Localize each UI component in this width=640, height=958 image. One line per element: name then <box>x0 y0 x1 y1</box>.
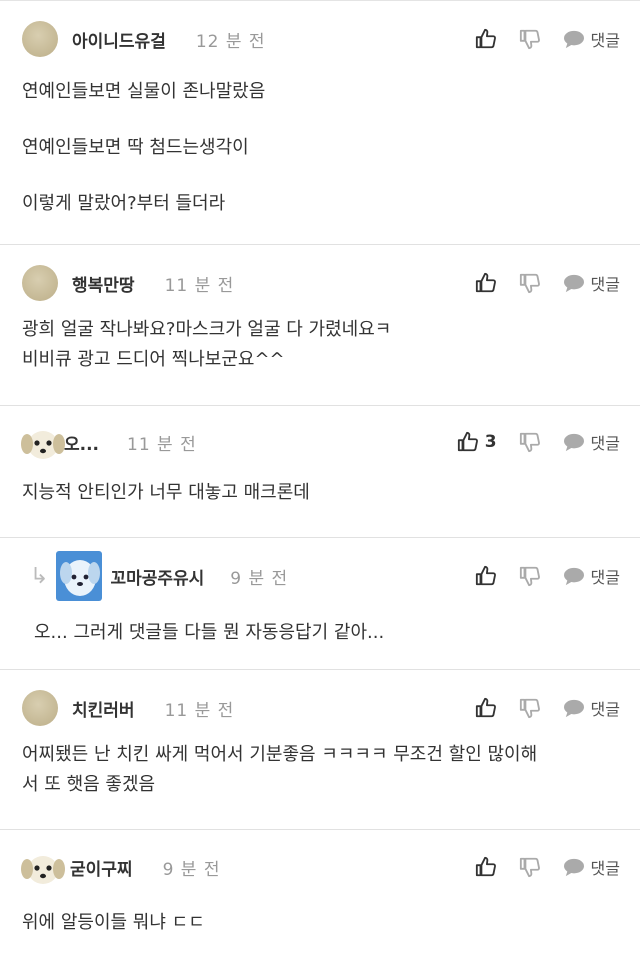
comment-body: 어찌됐든 난 치킨 싸게 먹어서 기분좋음 ㅋㅋㅋㅋ 무조건 할인 많이해 서 … <box>0 740 640 800</box>
timestamp: 11 분 전 <box>127 434 197 455</box>
comment-actions: 댓글 <box>453 245 620 321</box>
comment-actions: 3 댓글 <box>435 406 620 478</box>
reply-arrow-icon: ↳ <box>30 563 49 589</box>
avatar[interactable] <box>21 849 65 885</box>
speech-bubble-icon <box>563 433 584 452</box>
comment-header: 치킨러버 11 분 전 댓글 <box>0 670 640 746</box>
comment-text: 오... 그러게 댓글들 다들 뭔 자동응답기 같아... <box>34 622 385 643</box>
timestamp: 9 분 전 <box>162 859 221 880</box>
comment-header: ↳ 꼬마공주유시 9 분 전 댓글 <box>0 538 640 614</box>
reply-button[interactable]: 댓글 <box>563 696 620 720</box>
comment-header: 굳이구찌 9 분 전 댓글 <box>0 830 640 904</box>
comment-item: 치킨러버 11 분 전 댓글 어찌됐든 난 치킨 싸게 먹어서 기분좋음 ㅋㅋㅋ… <box>0 670 640 830</box>
comment-body: 오... 그러게 댓글들 다들 뭔 자동응답기 같아... <box>0 618 640 648</box>
reply-button[interactable]: 댓글 <box>563 271 620 295</box>
speech-bubble-icon <box>563 699 584 718</box>
dislike-button[interactable] <box>519 431 541 453</box>
thumbs-down-icon <box>519 432 540 453</box>
comment-actions: 댓글 <box>453 1 620 77</box>
comment-body: 광희 얼굴 작나봐요?마스크가 얼굴 다 가렸네요ㅋ 비비큐 광고 드디어 찍나… <box>0 315 640 375</box>
like-button[interactable] <box>475 272 497 294</box>
comment-body: 연예인들보면 실물이 존나말랐음 연예인들보면 딱 첨드는생각이 이렇게 말랐어… <box>0 77 640 219</box>
thumbs-down-icon <box>519 273 540 294</box>
like-button[interactable] <box>475 856 497 878</box>
comment-text: 비비큐 광고 드디어 찍나보군요^^ <box>22 349 285 370</box>
reply-label: 댓글 <box>590 859 620 878</box>
comment-actions: 댓글 <box>453 538 620 614</box>
like-count: 3 <box>484 432 497 452</box>
avatar[interactable] <box>22 690 58 726</box>
avatar[interactable] <box>22 21 58 57</box>
comment-text: 서 또 햇음 좋겠음 <box>22 774 156 795</box>
reply-label: 댓글 <box>590 275 620 294</box>
dog-avatar-icon <box>21 431 65 459</box>
reply-button[interactable]: 댓글 <box>563 564 620 588</box>
speech-bubble-icon <box>563 567 584 586</box>
avatar[interactable] <box>56 551 103 601</box>
dislike-button[interactable] <box>519 28 541 50</box>
avatar[interactable] <box>22 265 58 301</box>
reply-label: 댓글 <box>590 700 620 719</box>
author-name[interactable]: 꼬마공주유시 <box>110 564 204 589</box>
like-button[interactable] <box>475 697 497 719</box>
timestamp: 11 분 전 <box>164 700 235 721</box>
comment-item: 굳이구찌 9 분 전 댓글 위에 알등이들 뭐냐 ㄷㄷ <box>0 830 640 958</box>
thumbs-up-icon <box>475 28 496 49</box>
thumbs-down-icon <box>519 29 540 50</box>
comment-text: 연예인들보면 실물이 존나말랐음 <box>22 81 266 102</box>
reply-label: 댓글 <box>590 434 620 453</box>
timestamp: 9 분 전 <box>230 568 289 589</box>
author-name[interactable]: 아이니드유걸 <box>72 27 166 52</box>
dislike-button[interactable] <box>519 856 541 878</box>
blue-dog-avatar-icon <box>56 551 103 601</box>
comment-body: 위에 알등이들 뭐냐 ㄷㄷ <box>0 908 640 938</box>
reply-button[interactable]: 댓글 <box>563 27 620 51</box>
comment-actions: 댓글 <box>453 830 620 904</box>
thumbs-up-icon <box>457 431 478 452</box>
speech-bubble-icon <box>563 858 584 877</box>
author-name[interactable]: 오... <box>64 430 99 455</box>
dog-avatar-icon <box>21 856 65 884</box>
dislike-button[interactable] <box>519 697 541 719</box>
speech-bubble-icon <box>563 30 584 49</box>
author-name[interactable]: 치킨러버 <box>72 696 135 721</box>
reply-item: ↳ 꼬마공주유시 9 분 전 댓글 오... 그러게 댓글들 다들 뭔 자동응답… <box>0 538 640 670</box>
author-name[interactable]: 굳이구찌 <box>70 855 133 880</box>
speech-bubble-icon <box>563 274 584 293</box>
comment-text: 이렇게 말랐어?부터 들더라 <box>22 193 226 214</box>
thumbs-up-icon <box>475 697 496 718</box>
thumbs-down-icon <box>519 698 540 719</box>
reply-label: 댓글 <box>590 31 620 50</box>
comment-body: 지능적 안티인가 너무 대놓고 매크론데 <box>0 478 640 508</box>
dislike-button[interactable] <box>519 565 541 587</box>
thumbs-down-icon <box>519 857 540 878</box>
comment-header: 행복만땅 11 분 전 댓글 <box>0 245 640 321</box>
comment-item: 아이니드유걸 12 분 전 댓글 연예인들보면 실물이 존나말랐음 연예인들보면… <box>0 1 640 245</box>
comment-text: 위에 알등이들 뭐냐 ㄷㄷ <box>22 912 205 933</box>
comment-text: 연예인들보면 딱 첨드는생각이 <box>22 137 249 158</box>
thumbs-up-icon <box>475 856 496 877</box>
like-button[interactable] <box>475 565 497 587</box>
comment-item: 행복만땅 11 분 전 댓글 광희 얼굴 작나봐요?마스크가 얼굴 다 가렸네요… <box>0 245 640 406</box>
reply-button[interactable]: 댓글 <box>563 430 620 454</box>
comment-header: 아이니드유걸 12 분 전 댓글 <box>0 1 640 77</box>
thumbs-up-icon <box>475 565 496 586</box>
thumbs-up-icon <box>475 272 496 293</box>
comment-item: 오... 11 분 전 3 댓글 지능적 안티인가 너무 대놓고 매크론데 <box>0 406 640 538</box>
reply-button[interactable]: 댓글 <box>563 855 620 879</box>
author-name[interactable]: 행복만땅 <box>72 271 135 296</box>
avatar[interactable] <box>21 424 65 460</box>
like-button[interactable] <box>475 28 497 50</box>
comment-text: 지능적 안티인가 너무 대놓고 매크론데 <box>22 482 310 503</box>
reply-label: 댓글 <box>590 568 620 587</box>
comment-actions: 댓글 <box>453 670 620 746</box>
timestamp: 12 분 전 <box>195 31 266 52</box>
thumbs-down-icon <box>519 566 540 587</box>
like-button[interactable]: 3 <box>457 431 497 453</box>
timestamp: 11 분 전 <box>164 275 235 296</box>
comment-header: 오... 11 분 전 3 댓글 <box>0 406 640 478</box>
dislike-button[interactable] <box>519 272 541 294</box>
